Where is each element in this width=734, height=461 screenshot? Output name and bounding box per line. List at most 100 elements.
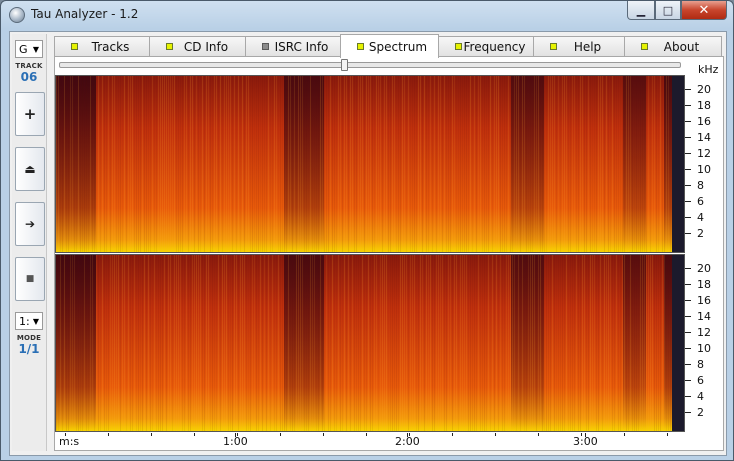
spectrogram-column (320, 76, 321, 252)
spectrogram-column (554, 76, 555, 252)
spectrogram-column (256, 255, 257, 431)
frequency-tick (685, 233, 691, 234)
add-button[interactable]: + (15, 92, 45, 136)
spectrogram-column (98, 76, 99, 252)
spectrogram-column (134, 76, 135, 252)
spectrogram-column (516, 255, 517, 431)
spectrogram-column (128, 255, 129, 431)
spectrogram-column (528, 76, 529, 252)
spectrogram-column (562, 76, 563, 252)
spectrogram-column (578, 76, 579, 252)
spectrogram-column (128, 76, 129, 252)
spectrogram-column (468, 255, 469, 431)
close-button[interactable]: ✕ (681, 1, 727, 20)
spectrogram-column (182, 255, 183, 431)
frequency-label: 6 (697, 374, 704, 387)
spectrogram-column (260, 255, 261, 431)
spectrogram-column (296, 255, 297, 431)
tab-isrc-info[interactable]: ISRC Info (245, 36, 341, 56)
tab-about[interactable]: About (624, 36, 722, 56)
spectrogram-column (446, 76, 447, 252)
spectrogram-column (394, 255, 395, 431)
spectrogram-column (432, 255, 433, 431)
spectrogram-column (448, 76, 449, 252)
tab-frequency[interactable]: Frequency (438, 36, 534, 56)
spectrogram-column (232, 76, 233, 252)
spectrogram-column (428, 255, 429, 431)
spectrogram-column (160, 76, 161, 252)
spectrogram-column (526, 76, 527, 252)
drive-select[interactable]: G ▼ (15, 40, 43, 58)
spectrogram-column (586, 76, 587, 252)
spectrogram-column (204, 76, 205, 252)
maximize-icon: □ (662, 3, 674, 17)
spectrogram-column (306, 255, 307, 431)
frequency-tick (685, 380, 691, 381)
spectrogram-column (316, 76, 317, 252)
spectrogram-column (106, 255, 107, 431)
title-bar[interactable]: Tau Analyzer - 1.2 ▁ □ ✕ (1, 1, 733, 29)
spectrogram-quiet-region (511, 76, 544, 252)
spectrogram-column (638, 76, 639, 252)
frequency-label: 10 (697, 342, 711, 355)
minimize-button[interactable]: ▁ (627, 1, 655, 20)
spectrogram-column (636, 76, 637, 252)
tab-cd-info[interactable]: CD Info (149, 36, 246, 56)
spectrogram-column (544, 76, 545, 252)
spectrogram-column (514, 76, 515, 252)
spectrogram-column (628, 255, 629, 431)
spectrogram-column (244, 76, 245, 252)
spectrogram-column (644, 255, 645, 431)
frequency-tick (685, 300, 691, 301)
mode-select[interactable]: 1: ▼ (15, 312, 43, 330)
spectrogram-column (454, 255, 455, 431)
spectrogram-column (482, 255, 483, 431)
spectrogram-column (224, 76, 225, 252)
tab-help[interactable]: Help (533, 36, 625, 56)
spectrogram-column (82, 76, 83, 252)
spectrogram-column (250, 255, 251, 431)
spectrogram-column (644, 76, 645, 252)
frequency-tick (685, 332, 691, 333)
eject-button[interactable]: ⏏ (15, 147, 45, 191)
spectrogram-column (294, 76, 295, 252)
spectrogram-column (76, 255, 77, 431)
spectrogram-column (58, 255, 59, 431)
slider-thumb[interactable] (340, 59, 348, 71)
spectrogram-column (612, 255, 613, 431)
client-area: G ▼ TRACK 06 + ⏏ ➔ ■ 1: ▼ MODE 1/1 Track… (9, 31, 727, 456)
position-slider[interactable] (59, 59, 681, 71)
spectrogram-column (146, 76, 147, 252)
spectrogram-column (228, 76, 229, 252)
maximize-button[interactable]: □ (655, 1, 681, 20)
spectrogram-column (364, 76, 365, 252)
spectrogram-column (510, 76, 511, 252)
spectrogram-column (438, 255, 439, 431)
spectrogram-column (216, 76, 217, 252)
spectrogram-column (526, 255, 527, 431)
spectrogram-column (596, 255, 597, 431)
spectrogram-column (358, 76, 359, 252)
spectrogram-column (256, 76, 257, 252)
time-minor-tick (151, 433, 152, 436)
spectrogram-column (332, 255, 333, 431)
spectrogram-column (654, 76, 655, 252)
stop-button[interactable]: ■ (15, 257, 45, 301)
spectrogram-column (64, 76, 65, 252)
spectrogram-column (96, 255, 97, 431)
frequency-label: 12 (697, 147, 711, 160)
spectrogram-column (368, 255, 369, 431)
spectrogram-column (210, 255, 211, 431)
spectrogram-column (502, 76, 503, 252)
spectrogram-column (282, 255, 283, 431)
tab-tracks[interactable]: Tracks (54, 36, 150, 56)
spectrogram-column (624, 255, 625, 431)
tab-spectrum[interactable]: Spectrum (340, 34, 439, 58)
spectrogram-column (246, 255, 247, 431)
spectrogram-column (360, 76, 361, 252)
spectrogram-column (62, 255, 63, 431)
spectrogram-column (88, 76, 89, 252)
spectrogram-column (114, 255, 115, 431)
spectrogram-column (320, 255, 321, 431)
play-button[interactable]: ➔ (15, 202, 45, 246)
